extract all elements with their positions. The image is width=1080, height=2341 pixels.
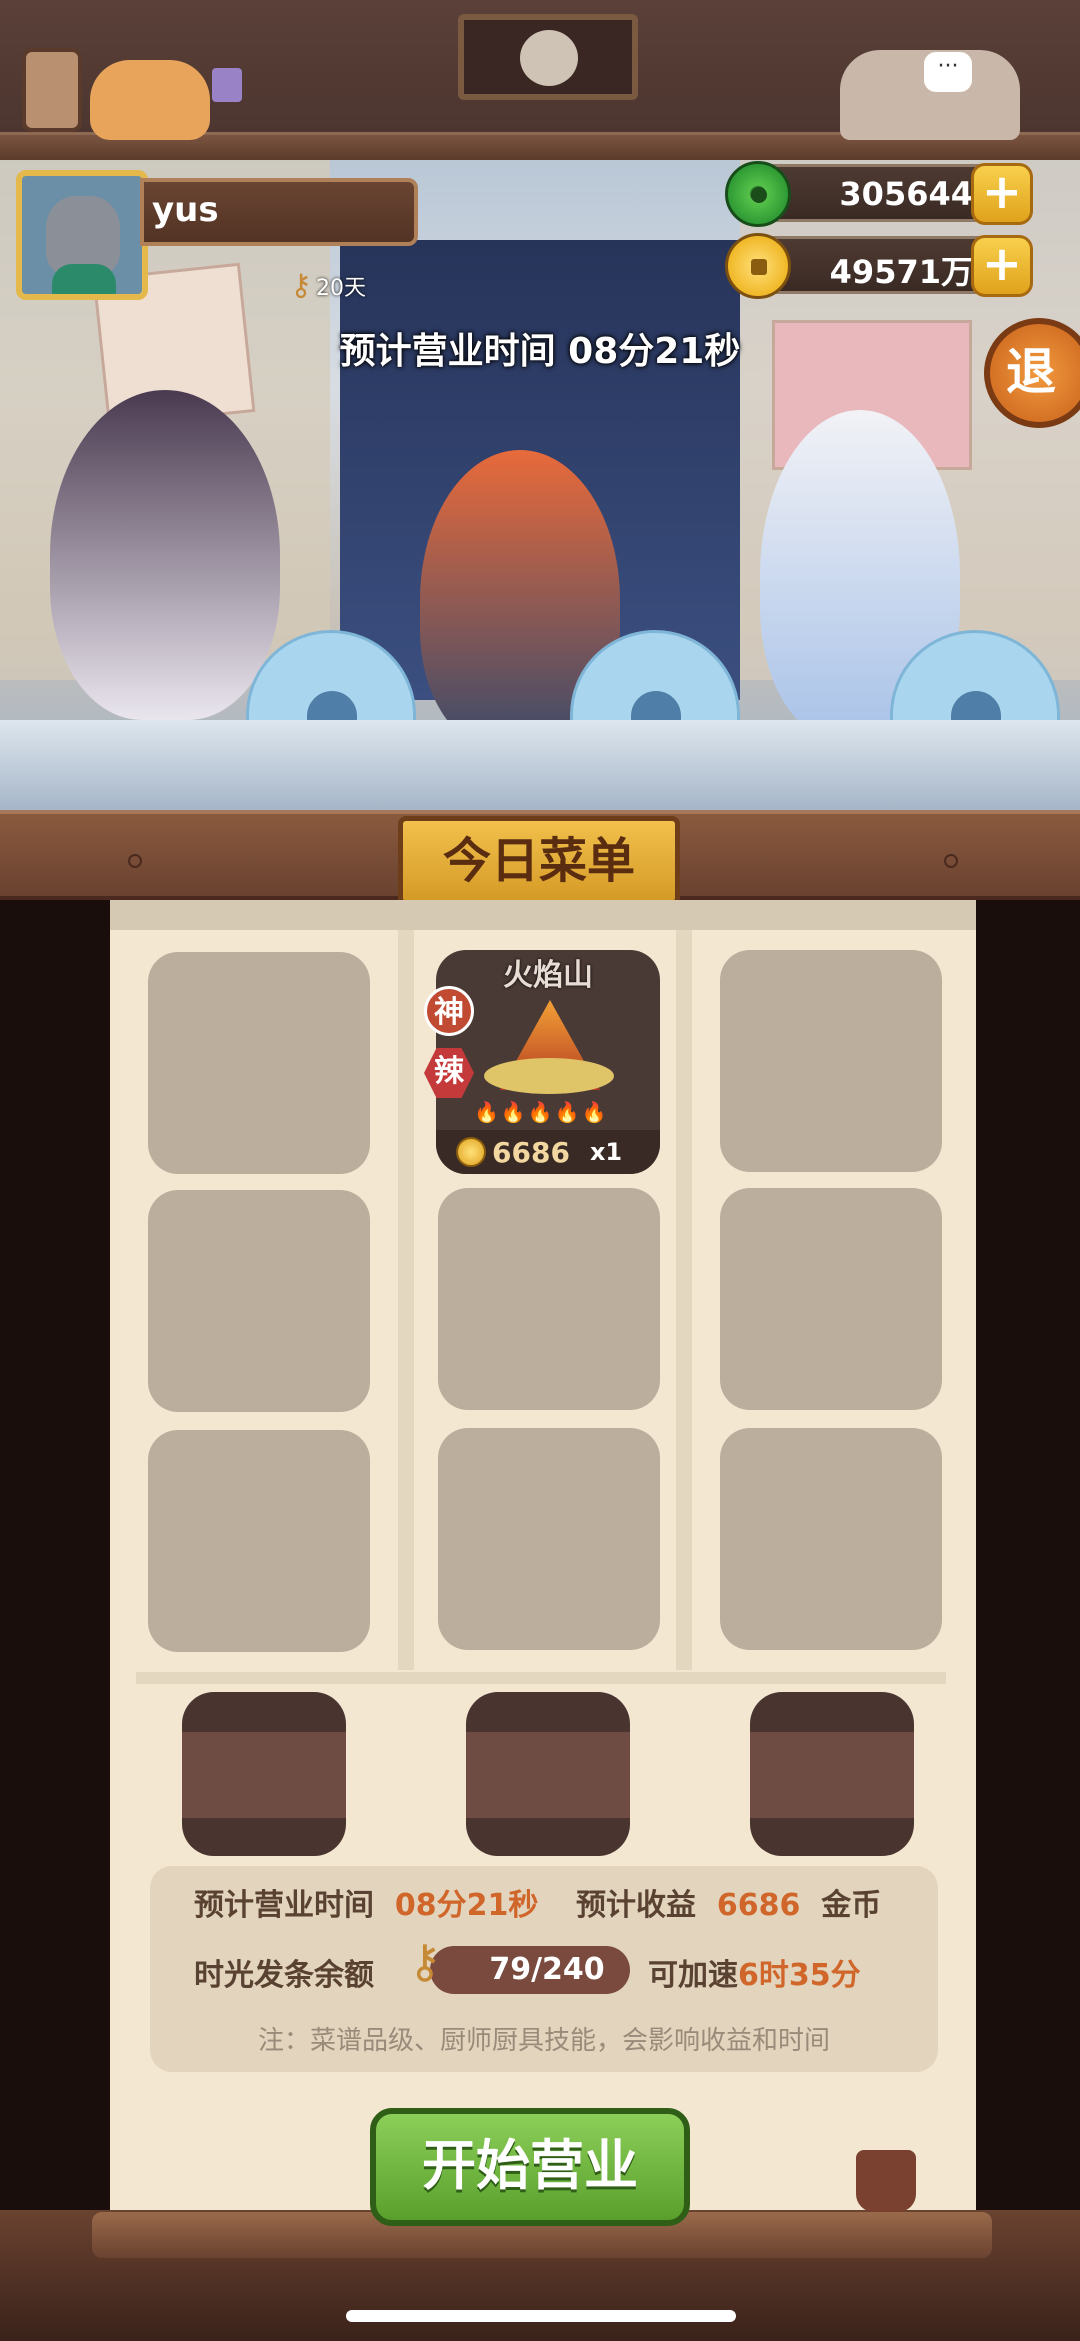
days-label: 20天 xyxy=(315,275,366,301)
tool-slot-left[interactable] xyxy=(182,1692,346,1856)
picture-frame-decoration xyxy=(22,48,82,132)
menu-slot-empty[interactable] xyxy=(148,952,370,1174)
coin-icon xyxy=(456,1137,486,1167)
income-info-row: 预计收益 6686 金币 xyxy=(576,1880,881,1924)
menu-slot-empty[interactable] xyxy=(438,1428,660,1650)
home-indicator[interactable] xyxy=(346,2310,736,2322)
character-mage xyxy=(50,390,280,720)
cat-figure-decoration xyxy=(90,60,210,140)
start-business-button[interactable]: 开始营业 xyxy=(370,2108,690,2226)
column-separator xyxy=(676,930,692,1670)
dish-multiplier: x1 xyxy=(589,1138,623,1166)
menu-slot-dish[interactable]: 火焰山 🔥🔥🔥🔥🔥 6686 x1 xyxy=(436,950,660,1174)
clockwork-key-icon: ⚷ xyxy=(408,1934,442,1988)
income-unit: 金币 xyxy=(821,1888,882,1923)
income-value: 6686 xyxy=(716,1888,801,1923)
income-label: 预计收益 xyxy=(576,1888,696,1923)
add-jade-button[interactable]: + xyxy=(971,163,1033,225)
jade-icon xyxy=(725,161,791,227)
jade-counter: 305644 + xyxy=(725,161,1033,227)
coin-counter: 49571万 + xyxy=(725,233,1033,299)
coin-value: 49571万 xyxy=(829,253,973,291)
time-info-row: 预计营业时间 08分21秒 xyxy=(194,1880,538,1924)
top-shelf: ··· xyxy=(0,0,1080,160)
tool-slot-right[interactable] xyxy=(750,1692,914,1856)
player-name: yus xyxy=(152,190,219,230)
beam-peg-right xyxy=(944,854,958,868)
balance-label: 时光发条余额 xyxy=(194,1958,374,1993)
time-label: 预计营业时间 xyxy=(194,1888,374,1923)
scene-business-time: 预计营业时间 08分21秒 xyxy=(339,331,741,372)
panel-top-edge xyxy=(110,900,976,930)
scene-floor xyxy=(0,720,1080,810)
spice-level-icons: 🔥🔥🔥🔥🔥 xyxy=(474,1100,609,1124)
speedup-label: 可加速 xyxy=(648,1958,738,1993)
sign-decoration xyxy=(212,68,242,102)
dish-price-bar: 6686 x1 xyxy=(436,1130,660,1174)
center-portrait-frame xyxy=(458,14,638,100)
days-indicator: ⚷ 20天 xyxy=(290,268,366,303)
column-separator xyxy=(398,930,414,1670)
utensil-pot-decoration xyxy=(856,2150,916,2212)
jade-value: 305644 xyxy=(839,175,973,213)
speedup-info-row: 可加速6时35分 xyxy=(648,1950,861,1994)
menu-slot-empty[interactable] xyxy=(720,1428,942,1650)
clockwork-balance[interactable]: 79/240 xyxy=(430,1946,630,1994)
speedup-value: 6时35分 xyxy=(738,1958,861,1993)
dish-plate xyxy=(484,1058,614,1094)
speech-bubble-icon: ··· xyxy=(924,52,972,92)
beam-peg-left xyxy=(128,854,142,868)
row-separator xyxy=(136,1672,946,1684)
clockwork-key-icon: ⚷ xyxy=(290,268,312,303)
menu-slot-empty[interactable] xyxy=(148,1190,370,1412)
add-coins-button[interactable]: + xyxy=(971,235,1033,297)
tool-slot-center[interactable] xyxy=(466,1692,630,1856)
player-avatar[interactable] xyxy=(16,170,148,300)
info-note: 注：菜谱品级、厨师厨具技能，会影响收益和时间 xyxy=(257,2026,830,2056)
god-grade-badge: 神 xyxy=(424,986,474,1036)
dish-price: 6686 xyxy=(492,1135,570,1169)
menu-title: 今日菜单 xyxy=(398,816,680,906)
coin-icon xyxy=(725,233,791,299)
menu-slot-empty[interactable] xyxy=(720,950,942,1172)
menu-slot-empty[interactable] xyxy=(148,1430,370,1652)
dish-name: 火焰山 xyxy=(503,958,593,993)
menu-slot-empty[interactable] xyxy=(438,1188,660,1410)
time-value: 08分21秒 xyxy=(394,1888,539,1923)
menu-slot-empty[interactable] xyxy=(720,1188,942,1410)
